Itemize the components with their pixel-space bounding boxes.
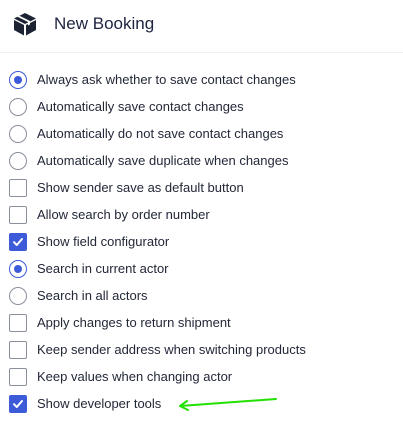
option-label: Automatically save contact changes (37, 98, 244, 114)
option-label: Automatically save duplicate when change… (37, 152, 289, 168)
option-label: Automatically do not save contact change… (37, 125, 284, 141)
option-label: Always ask whether to save contact chang… (37, 71, 296, 87)
option-show-sender-default-button[interactable]: Show sender save as default button (0, 174, 403, 201)
radio-button[interactable] (9, 286, 27, 305)
option-auto-save-contact[interactable]: Automatically save contact changes (0, 93, 403, 120)
checkbox[interactable] (9, 367, 27, 386)
option-keep-sender-address[interactable]: Keep sender address when switching produ… (0, 336, 403, 363)
radio-button[interactable] (9, 70, 27, 89)
radio-button[interactable] (9, 151, 27, 170)
checkbox[interactable] (9, 340, 27, 359)
option-label: Keep sender address when switching produ… (37, 341, 306, 357)
checkbox[interactable] (9, 232, 27, 251)
checkbox[interactable] (9, 394, 27, 413)
option-label: Show field configurator (37, 233, 170, 249)
option-keep-values-changing-actor[interactable]: Keep values when changing actor (0, 363, 403, 390)
option-always-ask-save-contact[interactable]: Always ask whether to save contact chang… (0, 66, 403, 93)
checkbox[interactable] (9, 205, 27, 224)
option-search-current-actor[interactable]: Search in current actor (0, 255, 403, 282)
checkbox[interactable] (9, 313, 27, 332)
radio-button[interactable] (9, 259, 27, 278)
option-label: Apply changes to return shipment (37, 314, 231, 330)
option-apply-changes-return-shipment[interactable]: Apply changes to return shipment (0, 309, 403, 336)
option-label: Keep values when changing actor (37, 368, 233, 384)
option-label: Show sender save as default button (37, 179, 244, 195)
option-auto-not-save-contact[interactable]: Automatically do not save contact change… (0, 120, 403, 147)
settings-options-list: Always ask whether to save contact chang… (0, 66, 403, 417)
option-label: Search in current actor (37, 260, 169, 276)
option-search-all-actors[interactable]: Search in all actors (0, 282, 403, 309)
package-box-icon (12, 11, 38, 37)
option-label: Show developer tools (37, 395, 162, 411)
option-label: Allow search by order number (37, 206, 210, 222)
radio-button[interactable] (9, 97, 27, 116)
radio-button[interactable] (9, 124, 27, 143)
page-title: New Booking (54, 14, 155, 33)
checkbox[interactable] (9, 178, 27, 197)
option-label: Search in all actors (37, 287, 148, 303)
option-allow-search-order-number[interactable]: Allow search by order number (0, 201, 403, 228)
option-auto-save-duplicate[interactable]: Automatically save duplicate when change… (0, 147, 403, 174)
header: New Booking (0, 0, 403, 48)
option-show-field-configurator[interactable]: Show field configurator (0, 228, 403, 255)
green-arrow-icon (172, 396, 278, 412)
header-divider (0, 52, 403, 53)
